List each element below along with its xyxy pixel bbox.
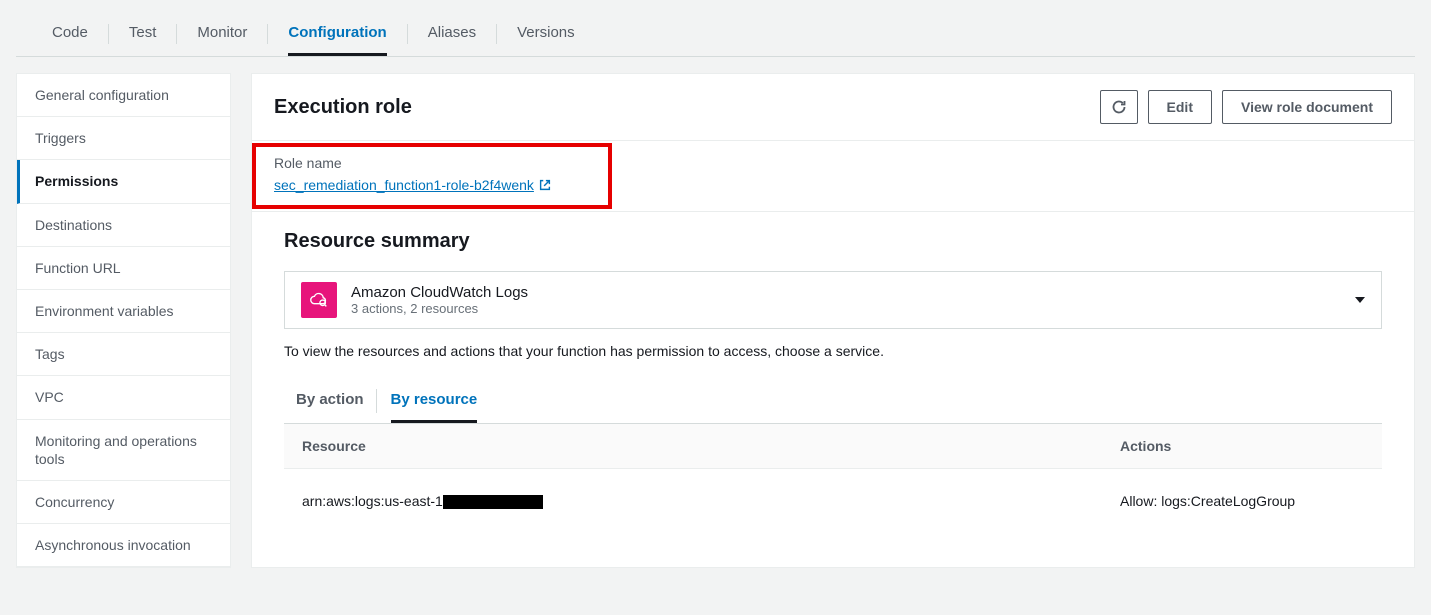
resource-summary: Resource summary Amazon CloudWatch Logs … <box>252 212 1414 535</box>
highlight-annotation <box>252 143 612 209</box>
tab-versions[interactable]: Versions <box>517 12 575 56</box>
tab-divider <box>267 24 268 44</box>
column-header-resource: Resource <box>284 424 1102 468</box>
tab-test[interactable]: Test <box>129 12 157 56</box>
sidebar-item-permissions[interactable]: Permissions <box>17 160 230 203</box>
sidebar-item-destinations[interactable]: Destinations <box>17 204 230 247</box>
top-tabs: Code Test Monitor Configuration Aliases … <box>16 12 1415 57</box>
cell-resource: arn:aws:logs:us-east-1 <box>284 485 1102 517</box>
redacted-text <box>443 495 543 509</box>
resource-arn-prefix: arn:aws:logs:us-east-1 <box>302 493 443 509</box>
column-header-actions: Actions <box>1102 424 1382 468</box>
main-layout: General configuration Triggers Permissio… <box>0 57 1431 584</box>
view-role-document-button[interactable]: View role document <box>1222 90 1392 124</box>
tab-divider <box>108 24 109 44</box>
cloudwatch-logs-icon <box>301 282 337 318</box>
sidebar-item-tags[interactable]: Tags <box>17 333 230 376</box>
tab-divider <box>407 24 408 44</box>
resource-table: Resource Actions arn:aws:logs:us-east-1 … <box>284 424 1382 517</box>
panel-header: Execution role Edit View role document <box>252 74 1414 141</box>
tab-monitor[interactable]: Monitor <box>197 12 247 56</box>
chevron-down-icon <box>1355 297 1365 303</box>
sub-tab-by-action[interactable]: By action <box>296 379 364 423</box>
sidebar-item-function-url[interactable]: Function URL <box>17 247 230 290</box>
sidebar-item-environment-variables[interactable]: Environment variables <box>17 290 230 333</box>
content-panel: Execution role Edit View role document R… <box>251 73 1415 568</box>
sub-tab-by-resource[interactable]: By resource <box>391 379 478 423</box>
tab-aliases[interactable]: Aliases <box>428 12 476 56</box>
external-link-icon <box>538 178 552 192</box>
sidebar-item-general-configuration[interactable]: General configuration <box>17 74 230 117</box>
tab-code[interactable]: Code <box>52 12 88 56</box>
service-name: Amazon CloudWatch Logs <box>351 284 528 301</box>
service-meta: 3 actions, 2 resources <box>351 301 528 316</box>
sidebar-item-triggers[interactable]: Triggers <box>17 117 230 160</box>
table-header: Resource Actions <box>284 424 1382 469</box>
sidebar-item-concurrency[interactable]: Concurrency <box>17 481 230 524</box>
sidebar-item-vpc[interactable]: VPC <box>17 376 230 419</box>
resource-sub-tabs: By action By resource <box>284 379 1382 424</box>
table-row: arn:aws:logs:us-east-1 Allow: logs:Creat… <box>284 469 1382 517</box>
service-info: Amazon CloudWatch Logs 3 actions, 2 reso… <box>301 282 528 318</box>
role-section: Role name sec_remediation_function1-role… <box>252 141 1414 212</box>
role-name-link[interactable]: sec_remediation_function1-role-b2f4wenk <box>274 177 552 193</box>
edit-button[interactable]: Edit <box>1148 90 1212 124</box>
service-selector[interactable]: Amazon CloudWatch Logs 3 actions, 2 reso… <box>284 271 1382 329</box>
sidebar-item-asynchronous-invocation[interactable]: Asynchronous invocation <box>17 524 230 567</box>
tab-divider <box>496 24 497 44</box>
refresh-icon <box>1111 99 1127 115</box>
role-name-text: sec_remediation_function1-role-b2f4wenk <box>274 177 534 193</box>
header-actions: Edit View role document <box>1100 90 1392 124</box>
sub-tab-divider <box>376 389 377 413</box>
cell-actions: Allow: logs:CreateLogGroup <box>1102 485 1382 517</box>
resource-summary-title: Resource summary <box>284 230 1382 253</box>
role-name-label: Role name <box>274 155 1392 171</box>
sidebar-item-monitoring-tools[interactable]: Monitoring and operations tools <box>17 420 230 481</box>
tab-divider <box>176 24 177 44</box>
panel-title: Execution role <box>274 96 412 119</box>
refresh-button[interactable] <box>1100 90 1138 124</box>
resource-summary-description: To view the resources and actions that y… <box>284 343 1382 359</box>
sidebar: General configuration Triggers Permissio… <box>16 73 231 568</box>
tab-configuration[interactable]: Configuration <box>288 12 386 56</box>
